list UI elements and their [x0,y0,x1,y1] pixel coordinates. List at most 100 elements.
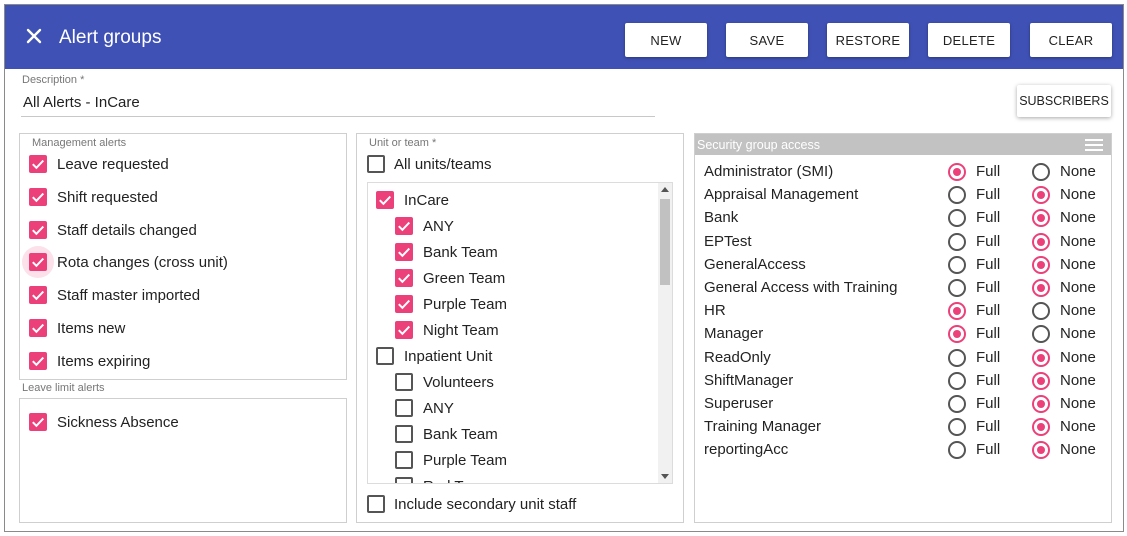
none-label: None [1060,371,1096,389]
description-field[interactable]: All Alerts - InCare [23,94,140,111]
security-group-name: Administrator (SMI) [704,163,834,180]
tree-item[interactable]: ANY [368,399,658,421]
header-bar: Alert groups NEW SAVE RESTORE DELETE CLE… [5,5,1123,69]
full-radio[interactable] [948,186,966,205]
subscribers-button[interactable]: SUBSCRIBERS [1017,85,1111,117]
full-radio[interactable] [948,255,966,274]
none-radio[interactable] [1032,348,1050,367]
alert-checkbox[interactable] [29,253,47,272]
full-label: Full [976,302,1001,320]
save-button[interactable]: SAVE [726,23,808,57]
security-group-row: ShiftManager Full None [695,371,1111,392]
tree-item-label: Bank Team [423,244,498,261]
none-radio[interactable] [1032,232,1050,251]
full-radio[interactable] [948,371,966,390]
tree-item-label: Purple Team [423,296,507,313]
tree-item[interactable]: Green Team [368,269,658,291]
tree-item[interactable]: Volunteers [368,373,658,395]
none-radio[interactable] [1032,302,1050,321]
close-icon[interactable] [23,25,45,47]
page-title: Alert groups [59,27,162,48]
unit-tree[interactable]: InCare ANY Bank Team Green Team Purple Team N… [367,182,673,484]
full-label: Full [976,163,1001,180]
full-radio[interactable] [948,163,966,181]
tree-item-checkbox[interactable] [395,373,413,391]
tree-item[interactable]: Red Team [368,477,658,483]
full-radio[interactable] [948,418,966,437]
tree-item-label: Night Team [423,322,499,339]
alert-checkbox[interactable] [29,319,47,337]
none-label: None [1060,395,1096,412]
tree-item-checkbox[interactable] [395,295,413,313]
tree-item[interactable]: Night Team [368,321,658,343]
alert-checkbox[interactable] [29,286,47,305]
full-radio[interactable] [948,232,966,251]
leave-alert-checkbox[interactable] [29,413,47,431]
tree-item-checkbox[interactable] [395,477,413,483]
tree-item[interactable]: ANY [368,217,658,239]
full-radio[interactable] [948,302,966,321]
tree-item-checkbox[interactable] [376,191,394,209]
alert-checkbox[interactable] [29,187,47,206]
tree-item[interactable]: Bank Team [368,425,658,447]
none-radio[interactable] [1032,279,1050,297]
full-label: Full [976,418,1001,436]
tree-item-label: InCare [404,192,450,209]
tree-item-checkbox[interactable] [395,243,413,261]
full-radio[interactable] [948,395,966,413]
tree-item-checkbox[interactable] [395,269,413,287]
none-radio[interactable] [1032,186,1050,205]
menu-icon[interactable] [1085,139,1103,151]
description-underline [21,116,655,117]
alert-checkbox[interactable] [29,351,47,370]
all-units-checkbox[interactable] [367,155,385,173]
none-radio[interactable] [1032,163,1050,181]
tree-item-checkbox[interactable] [395,399,413,417]
new-button[interactable]: NEW [625,23,707,57]
security-group-name: Training Manager [704,418,822,436]
restore-button[interactable]: RESTORE [827,23,909,57]
tree-item-label: Volunteers [423,374,494,391]
tree-scrollbar[interactable] [658,183,672,483]
clear-button[interactable]: CLEAR [1030,23,1112,57]
alert-label: Leave requested [57,156,169,173]
alert-groups-dialog: Alert groups NEW SAVE RESTORE DELETE CLE… [4,4,1124,532]
tree-item[interactable]: Purple Team [368,451,658,473]
secondary-unit-checkbox[interactable] [367,495,385,513]
full-radio[interactable] [948,325,966,344]
scroll-up-icon[interactable] [661,187,669,192]
leave-alert-label: Sickness Absence [57,414,179,431]
full-radio[interactable] [948,279,966,297]
tree-item[interactable]: Bank Team [368,243,658,265]
none-label: None [1060,163,1096,180]
tree-item[interactable]: Inpatient Unit [368,347,658,369]
tree-item-checkbox[interactable] [395,217,413,235]
scroll-thumb[interactable] [660,199,670,285]
tree-item-checkbox[interactable] [395,451,413,469]
delete-button[interactable]: DELETE [928,23,1010,57]
full-label: Full [976,441,1001,459]
tree-item-checkbox[interactable] [395,321,413,339]
tree-item-label: ANY [423,218,454,235]
alert-checkbox[interactable] [29,155,47,173]
none-radio[interactable] [1032,418,1050,437]
security-group-name: Appraisal Management [704,186,859,204]
none-label: None [1060,441,1096,459]
none-radio[interactable] [1032,209,1050,228]
tree-item-checkbox[interactable] [376,347,394,365]
scroll-down-icon[interactable] [661,474,669,479]
tree-item[interactable]: Purple Team [368,295,658,317]
tree-item-checkbox[interactable] [395,425,413,443]
none-radio[interactable] [1032,255,1050,274]
none-radio[interactable] [1032,371,1050,390]
none-radio[interactable] [1032,441,1050,460]
description-label: Description * [22,74,85,86]
alert-checkbox[interactable] [29,220,47,239]
full-radio[interactable] [948,441,966,460]
tree-item[interactable]: InCare [368,191,658,213]
none-radio[interactable] [1032,325,1050,344]
full-radio[interactable] [948,348,966,367]
none-radio[interactable] [1032,395,1050,413]
none-label: None [1060,302,1096,320]
full-radio[interactable] [948,209,966,228]
